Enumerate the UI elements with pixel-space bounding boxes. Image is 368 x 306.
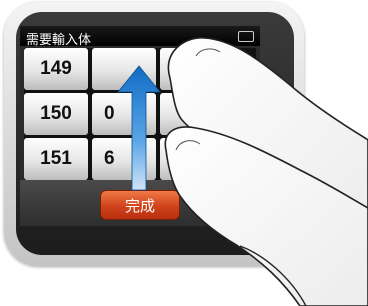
finger-gesture-icon bbox=[164, 37, 368, 306]
